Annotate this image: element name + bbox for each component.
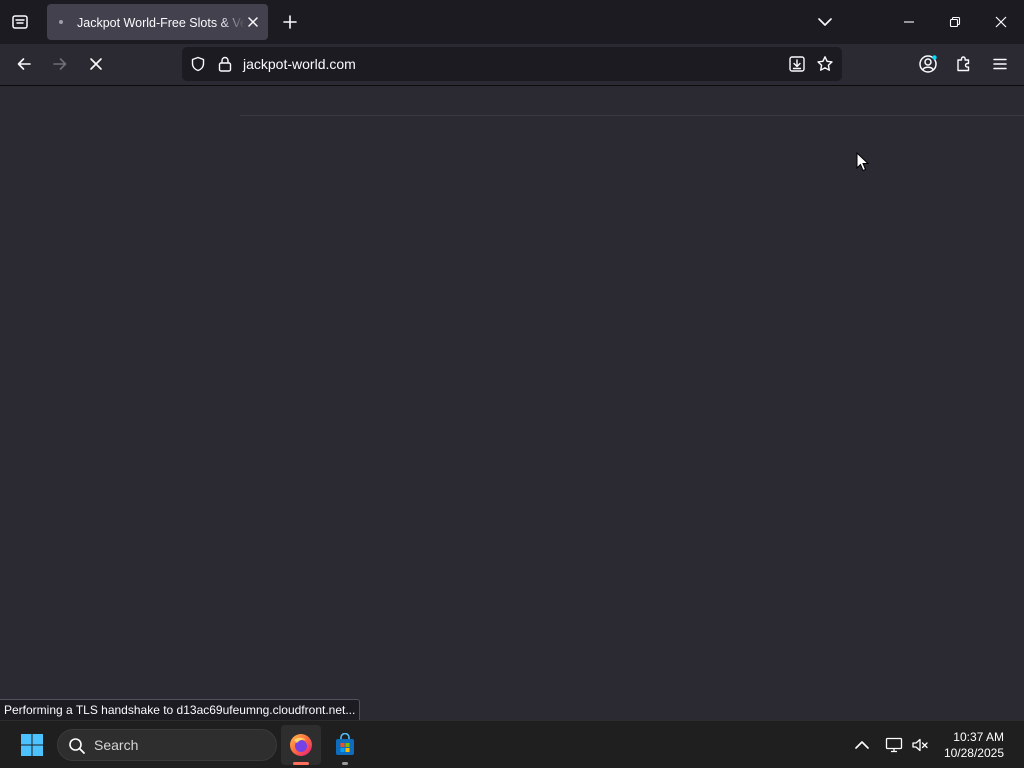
close-icon (995, 16, 1007, 28)
bookmark-button[interactable] (813, 52, 837, 76)
firefox-running-indicator (293, 762, 309, 765)
new-tab-button[interactable] (276, 8, 304, 36)
firefox-icon (290, 734, 312, 756)
store-running-indicator (342, 762, 348, 765)
shield-icon (191, 56, 205, 72)
account-button[interactable] (912, 48, 944, 80)
start-button[interactable] (12, 725, 52, 765)
tab-overview-icon (12, 15, 28, 29)
tracking-protection-button[interactable] (186, 52, 210, 76)
lock-icon (218, 56, 232, 72)
back-button[interactable] (8, 48, 40, 80)
page-content[interactable] (0, 85, 1024, 720)
store-icon (336, 733, 354, 755)
tab-jackpot-world[interactable]: Jackpot World-Free Slots & Vegas Casino (47, 4, 268, 40)
network-button[interactable] (880, 729, 908, 761)
tab-close-button[interactable] (244, 13, 262, 31)
taskbar-firefox-button[interactable] (281, 725, 321, 765)
plus-icon (283, 15, 297, 29)
clock-button[interactable]: 10:37 AM 10/28/2025 (936, 727, 1016, 763)
network-icon (885, 737, 903, 753)
url-bar[interactable]: jackpot-world.com (182, 47, 842, 81)
tab-overview-button[interactable] (4, 6, 36, 38)
hamburger-menu-icon (993, 58, 1007, 70)
tab-loading-indicator (59, 20, 63, 24)
close-icon (248, 17, 258, 27)
taskbar: Search 10:37 AM 10/28/2025 (0, 720, 1024, 768)
chevron-down-icon (818, 18, 832, 26)
tab-title: Jackpot World-Free Slots & Vegas Casino (77, 16, 245, 30)
application-menu-button[interactable] (984, 48, 1016, 80)
minimize-button[interactable] (886, 0, 932, 44)
search-icon (69, 738, 85, 754)
windows-logo-icon (21, 734, 43, 756)
forward-arrow-icon (53, 58, 67, 70)
volume-muted-icon (912, 738, 928, 752)
puzzle-icon (957, 56, 970, 72)
install-app-button[interactable] (785, 52, 809, 76)
stop-icon (90, 58, 102, 70)
tab-strip: Jackpot World-Free Slots & Vegas Casino (0, 0, 1024, 44)
extensions-button[interactable] (948, 48, 980, 80)
tray-overflow-button[interactable] (848, 729, 876, 761)
volume-button[interactable] (906, 729, 934, 761)
minimize-icon (904, 21, 914, 23)
list-all-tabs-button[interactable] (810, 7, 840, 37)
back-arrow-icon (17, 58, 31, 70)
clock-time: 10:37 AM (953, 730, 1004, 744)
search-label: Search (94, 737, 139, 753)
clock-date: 10/28/2025 (943, 746, 1004, 760)
close-window-button[interactable] (978, 0, 1024, 44)
star-icon (817, 56, 833, 71)
status-panel: Performing a TLS handshake to d13ac69ufe… (0, 699, 361, 721)
chevron-up-icon (855, 741, 869, 749)
content-divider (240, 115, 1024, 116)
install-icon (789, 56, 805, 72)
forward-button[interactable] (44, 48, 76, 80)
url-text[interactable]: jackpot-world.com (243, 56, 356, 72)
restore-button[interactable] (932, 0, 978, 44)
account-icon (919, 55, 937, 73)
site-info-button[interactable] (214, 52, 236, 76)
stop-loading-button[interactable] (80, 48, 112, 80)
taskbar-search-box[interactable]: Search (57, 729, 277, 761)
taskbar-store-button[interactable] (325, 725, 365, 765)
mouse-cursor-icon (856, 152, 870, 172)
navigation-toolbar: jackpot-world.com (0, 44, 1024, 85)
restore-icon (949, 16, 961, 28)
